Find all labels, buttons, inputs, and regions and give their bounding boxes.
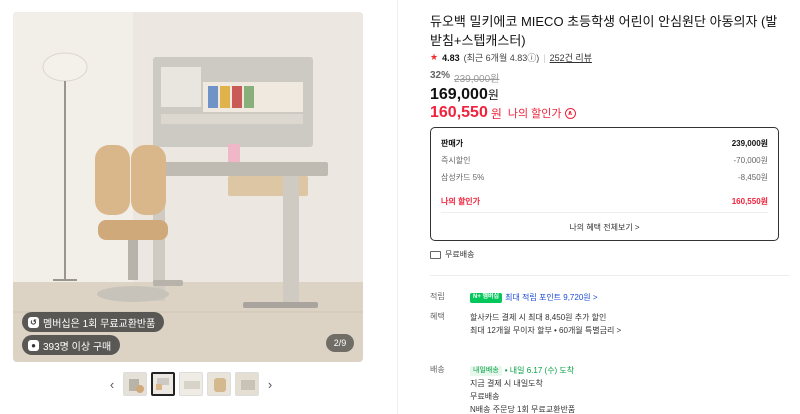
free-shipping-text: 무료배송 (445, 250, 475, 259)
thumbnail-1[interactable] (123, 372, 147, 396)
cart-icon: ● (28, 339, 39, 351)
next-thumb-arrow-icon[interactable]: › (263, 372, 277, 396)
desk-chair-illustration (13, 12, 363, 362)
product-title: 듀오백 밀키에코 MIECO 초등학생 어린이 안심원단 아동의자 (발받침+스… (430, 14, 778, 48)
my-price-number: 160,550 (430, 104, 488, 121)
buyer-count-text: 393명 이상 구매 (43, 341, 112, 353)
naver-membership-badge: N+ 멤버십 (470, 292, 503, 303)
breakdown-label: 삼성카드 5% (441, 173, 485, 182)
original-price-row: 32% 239,000원 (430, 70, 499, 85)
membership-return-text: 멤버십은 1회 무료교환반품 (43, 318, 156, 330)
thumbnail-4[interactable] (207, 372, 231, 396)
breakdown-row-instant: 즉시할인 -70,000원 (441, 155, 768, 166)
column-divider (397, 0, 398, 414)
image-counter: 2/9 (326, 334, 354, 352)
delivery-key: 배송 (430, 365, 445, 374)
breakdown-value: -8,450원 (737, 173, 768, 182)
breakdown-label: 나의 할인가 (441, 197, 481, 206)
thumbnail-strip: ‹ › (105, 371, 277, 397)
original-price: 239,000원 (454, 74, 500, 85)
breakdown-label: 판매가 (441, 139, 464, 148)
all-benefits-link[interactable]: 나의 혜택 전체보기 > (431, 222, 778, 233)
benefit-line-1: 할사카드 결제 시 최대 8,450원 추가 할인 (470, 313, 607, 322)
star-icon: ★ (430, 52, 439, 62)
breakdown-row-sale: 판매가 239,000원 (441, 138, 768, 149)
thumbnail-3[interactable] (179, 372, 203, 396)
breakdown-value: 239,000원 (731, 139, 768, 148)
thumbnail-2[interactable] (151, 372, 175, 396)
breakdown-value: -70,000원 (733, 156, 769, 165)
price-breakdown-box: 판매가 239,000원 즉시할인 -70,000원 삼성카드 5% -8,45… (430, 127, 779, 241)
delivery-date: • 내일 6.17 (수) 도착 (504, 366, 575, 375)
benefit-value[interactable]: 할사카드 결제 시 최대 8,450원 추가 할인 최대 12개월 무이자 할부… (470, 311, 790, 337)
delivery-value: 내일배송 • 내일 6.17 (수) 도착 지금 결제 시 내일도착 무료배송 N… (470, 364, 790, 414)
discount-rate: 32% (430, 70, 451, 81)
sale-price-number: 169,000 (430, 86, 488, 103)
truck-icon (430, 250, 441, 259)
membership-icon: ↺ (28, 316, 39, 328)
rating-row: ★ 4.83 (최근 6개월 4.83ⓘ) | 252건 리뷰 (430, 51, 592, 64)
review-count-link[interactable]: 252건 리뷰 (550, 51, 592, 64)
benefit-key: 혜택 (430, 312, 445, 321)
product-main-image[interactable]: ↺ 멤버십은 1회 무료교환반품 ● 393명 이상 구매 2/9 (13, 12, 363, 362)
chevron-up-icon[interactable]: ∧ (564, 107, 576, 119)
sale-price: 169,000원 (430, 86, 499, 104)
points-text[interactable]: 최대 적립 포인트 9,720원 > (505, 293, 597, 302)
breakdown-value: 160,550원 (731, 197, 768, 206)
my-price-unit: 원 (490, 106, 502, 121)
breakdown-row-mine: 나의 할인가 160,550원 (441, 196, 768, 207)
breakdown-row-card: 삼성카드 5% -8,450원 (441, 172, 768, 183)
rating-detail: (최근 6개월 4.83ⓘ) (463, 53, 540, 63)
buyer-count-badge: ● 393명 이상 구매 (22, 335, 121, 355)
prev-thumb-arrow-icon[interactable]: ‹ (105, 372, 119, 396)
delivery-line-4: N배송 주문당 1회 무료교환반품 (470, 405, 576, 414)
breakdown-label: 즉시할인 (441, 156, 471, 165)
section-divider (430, 275, 790, 276)
sale-price-unit: 원 (487, 88, 499, 102)
rating-separator: | (543, 52, 546, 63)
my-price-label: 나의 할인가 (507, 108, 562, 120)
free-shipping: 무료배송 (430, 249, 474, 260)
breakdown-divider (441, 212, 768, 213)
points-key: 적립 (430, 292, 445, 301)
delivery-line-2: 지금 결제 시 내일도착 (470, 379, 543, 388)
thumbnail-5[interactable] (235, 372, 259, 396)
my-discount-price[interactable]: 160,550 원 나의 할인가 ∧ (430, 104, 576, 122)
points-value[interactable]: N+ 멤버십 최대 적립 포인트 9,720원 > (470, 291, 790, 304)
benefit-line-2[interactable]: 최대 12개월 무이자 할부 • 60개월 특별금리 > (470, 326, 621, 335)
tomorrow-delivery-badge: 내일배송 (470, 365, 502, 376)
delivery-line-3: 무료배송 (470, 392, 500, 401)
rating-score: 4.83 (442, 52, 460, 63)
membership-return-badge: ↺ 멤버십은 1회 무료교환반품 (22, 312, 165, 332)
